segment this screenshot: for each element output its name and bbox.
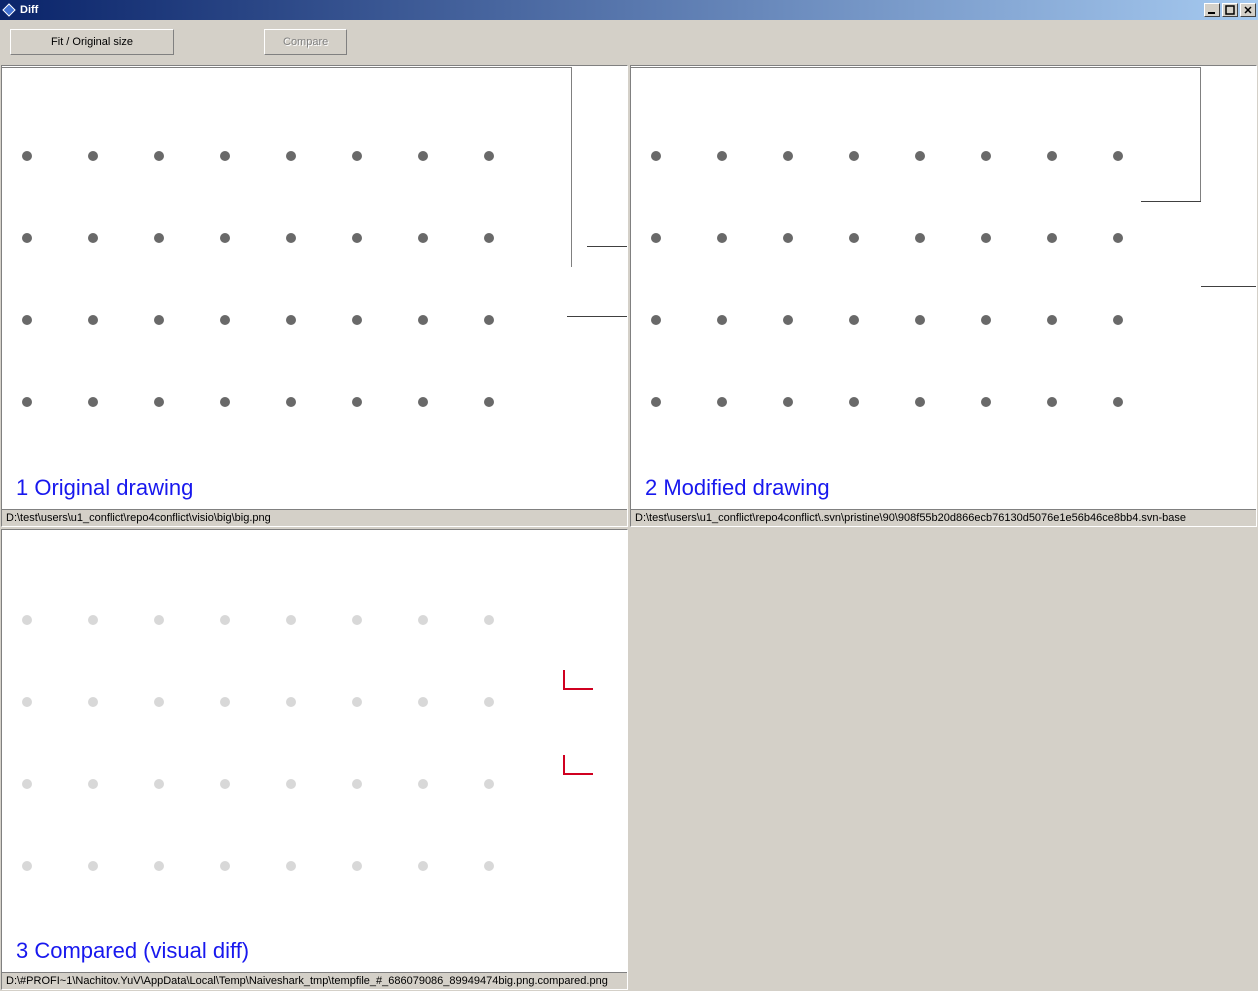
panel-label: 1 Original drawing xyxy=(16,475,193,501)
panel-compared-path: D:\#PROFI~1\Nachitov.YuV\AppData\Local\T… xyxy=(2,972,627,989)
frame-edge xyxy=(1200,67,1201,202)
frame-edge xyxy=(2,67,572,68)
drawing-notch xyxy=(587,246,627,247)
panel-compared-viewport[interactable]: 3 Compared (visual diff) xyxy=(2,530,627,973)
panel-empty xyxy=(630,529,1257,991)
panel-original-path: D:\test\users\u1_conflict\repo4conflict\… xyxy=(2,509,627,526)
panel-label: 3 Compared (visual diff) xyxy=(16,938,249,964)
panels-container: 1 Original drawing D:\test\users\u1_conf… xyxy=(0,64,1258,991)
toolbar: Fit / Original size Compare xyxy=(0,20,1258,64)
panel-modified: 2 Modified drawing D:\test\users\u1_conf… xyxy=(630,65,1257,527)
drawing-dot-grid xyxy=(22,151,550,479)
diff-highlight xyxy=(563,755,593,775)
app-icon xyxy=(2,3,16,17)
diff-highlight xyxy=(563,670,593,690)
panel-modified-viewport[interactable]: 2 Modified drawing xyxy=(631,66,1256,509)
drawing-notch xyxy=(1201,286,1256,287)
panel-original-viewport[interactable]: 1 Original drawing xyxy=(2,66,627,509)
compare-button: Compare xyxy=(264,29,347,55)
fit-original-size-button[interactable]: Fit / Original size xyxy=(10,29,174,55)
frame-edge xyxy=(571,67,572,267)
frame-edge xyxy=(631,67,1201,68)
window-titlebar: Diff xyxy=(0,0,1258,20)
panel-original: 1 Original drawing D:\test\users\u1_conf… xyxy=(1,65,628,527)
drawing-notch xyxy=(567,316,627,317)
drawing-dot-grid xyxy=(651,151,1179,479)
panel-label: 2 Modified drawing xyxy=(645,475,830,501)
maximize-button[interactable] xyxy=(1222,3,1238,17)
drawing-dot-grid xyxy=(22,615,550,943)
window-controls xyxy=(1204,3,1256,17)
close-button[interactable] xyxy=(1240,3,1256,17)
drawing-notch xyxy=(1141,201,1201,202)
panel-compared: 3 Compared (visual diff) D:\#PROFI~1\Nac… xyxy=(1,529,628,991)
panel-modified-path: D:\test\users\u1_conflict\repo4conflict\… xyxy=(631,509,1256,526)
window-title: Diff xyxy=(20,4,1204,16)
minimize-button[interactable] xyxy=(1204,3,1220,17)
